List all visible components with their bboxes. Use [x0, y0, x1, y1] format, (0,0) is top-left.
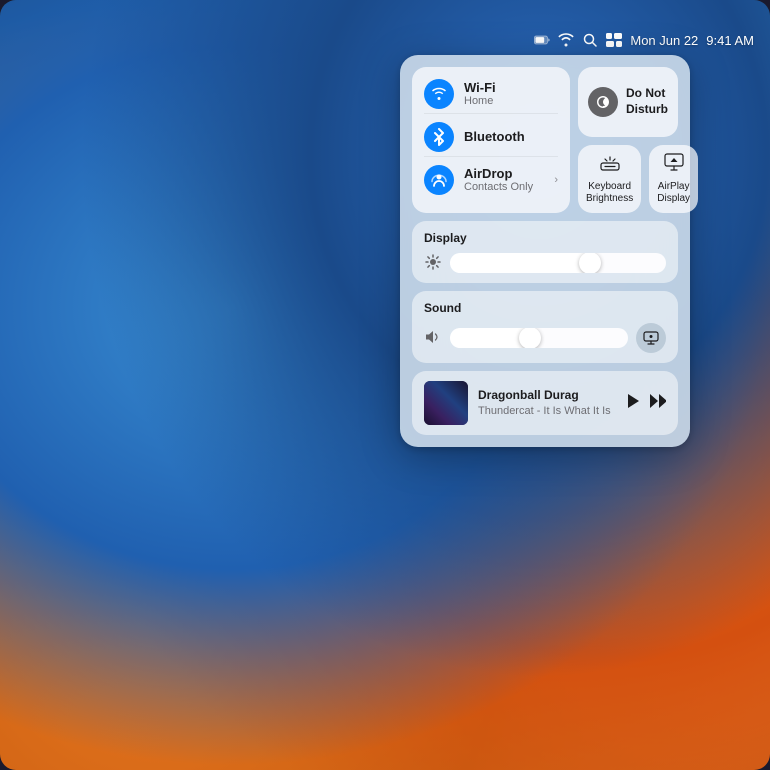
- airdrop-name: AirDrop: [464, 166, 544, 182]
- airdrop-icon: [424, 165, 454, 195]
- battery-icon[interactable]: [534, 32, 550, 48]
- menu-bar-date: Mon Jun 22: [630, 33, 698, 48]
- menu-bar: Mon Jun 22 9:41 AM: [0, 28, 770, 52]
- menu-bar-time: 9:41 AM: [706, 33, 754, 48]
- search-menubar-icon[interactable]: [582, 32, 598, 48]
- airdrop-sub: Contacts Only: [464, 181, 544, 194]
- keyboard-brightness-icon: [600, 153, 620, 177]
- now-playing-section: Dragonball Durag Thundercat - It Is What…: [412, 371, 678, 435]
- track-artist: Thundercat - It Is What It Is: [478, 404, 616, 418]
- wifi-menubar-icon[interactable]: [558, 32, 574, 48]
- control-center-panel: Wi-Fi Home Bluetooth: [400, 55, 690, 447]
- brightness-icon: [424, 254, 442, 273]
- mini-buttons: Keyboard Brightness AirPlay Display: [578, 145, 678, 213]
- display-label: Display: [424, 231, 666, 245]
- sound-icon: [424, 330, 442, 347]
- wifi-name: Wi-Fi: [464, 80, 558, 96]
- brightness-slider[interactable]: [450, 253, 666, 273]
- bluetooth-name: Bluetooth: [464, 129, 558, 145]
- sound-section: Sound: [412, 291, 678, 363]
- keyboard-brightness-button[interactable]: Keyboard Brightness: [578, 145, 641, 213]
- album-art: [424, 381, 468, 425]
- dnd-text: Do Not Disturb: [626, 86, 668, 117]
- brightness-slider-row: [424, 253, 666, 273]
- menu-bar-right: Mon Jun 22 9:41 AM: [534, 32, 754, 48]
- control-center-menubar-icon[interactable]: [606, 32, 622, 48]
- sound-label: Sound: [424, 301, 666, 315]
- mac-frame: Mon Jun 22 9:41 AM: [0, 0, 770, 770]
- airdrop-chevron: ›: [554, 174, 558, 186]
- airplay-display-label: AirPlay Display: [657, 181, 690, 205]
- dnd-button[interactable]: Do Not Disturb: [578, 67, 678, 137]
- skip-forward-button[interactable]: [648, 393, 666, 414]
- track-info: Dragonball Durag Thundercat - It Is What…: [478, 388, 616, 418]
- airdrop-item[interactable]: AirDrop Contacts Only ›: [424, 161, 558, 199]
- connectivity-right: Do Not Disturb Keyboard Brightness: [578, 67, 678, 213]
- keyboard-brightness-label: Keyboard Brightness: [586, 181, 633, 205]
- track-name: Dragonball Durag: [478, 388, 616, 404]
- wifi-text: Wi-Fi Home: [464, 80, 558, 109]
- playback-controls: [626, 393, 666, 414]
- sound-slider-row: [424, 323, 666, 353]
- wifi-icon: [424, 79, 454, 109]
- wifi-sub: Home: [464, 95, 558, 108]
- dnd-icon: [588, 87, 618, 117]
- sound-airplay-button[interactable]: [636, 323, 666, 353]
- airplay-display-icon: [664, 153, 684, 177]
- volume-slider[interactable]: [450, 328, 628, 348]
- display-section: Display: [412, 221, 678, 283]
- connectivity-left: Wi-Fi Home Bluetooth: [412, 67, 570, 213]
- airdrop-text: AirDrop Contacts Only: [464, 166, 544, 195]
- bluetooth-icon: [424, 122, 454, 152]
- bluetooth-item[interactable]: Bluetooth: [424, 118, 558, 157]
- bluetooth-text: Bluetooth: [464, 129, 558, 145]
- play-button[interactable]: [626, 393, 640, 414]
- airplay-display-button[interactable]: AirPlay Display: [649, 145, 698, 213]
- connectivity-section: Wi-Fi Home Bluetooth: [412, 67, 678, 213]
- wifi-item[interactable]: Wi-Fi Home: [424, 75, 558, 114]
